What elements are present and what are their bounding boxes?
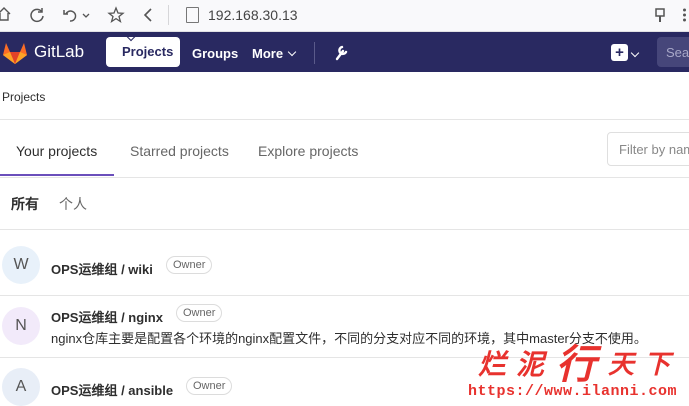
undo-icon[interactable] xyxy=(62,6,80,24)
watermark-char: 行 xyxy=(556,341,596,388)
navbar-divider xyxy=(314,42,315,64)
menu-icon[interactable] xyxy=(680,6,689,24)
wrench-icon[interactable] xyxy=(334,43,350,66)
filter-placeholder: Filter by nam xyxy=(619,142,689,157)
project-name[interactable]: OPS运维组 / ansible xyxy=(51,380,173,399)
watermark-char: 下 xyxy=(644,350,671,380)
watermark-char: 烂 xyxy=(478,348,507,381)
home-icon[interactable] xyxy=(0,6,13,24)
role-badge: Owner xyxy=(176,304,223,322)
back-icon[interactable] xyxy=(139,6,157,24)
active-tab-indicator xyxy=(0,174,114,176)
tab-explore-projects[interactable]: Explore projects xyxy=(258,143,358,159)
chevron-down-icon[interactable] xyxy=(80,6,92,24)
watermark-char: 天 xyxy=(608,350,635,380)
refresh-icon[interactable] xyxy=(28,6,46,24)
projects-menu-label: Projects xyxy=(122,44,174,59)
url-text[interactable]: 192.168.30.13 xyxy=(208,7,298,23)
watermark-url: https://www.ilanni.com xyxy=(468,383,678,400)
project-avatar[interactable]: A xyxy=(2,368,40,406)
address-bar-divider xyxy=(168,5,169,25)
breadcrumb[interactable]: Projects xyxy=(2,90,45,104)
tab-starred-projects[interactable]: Starred projects xyxy=(130,143,229,159)
groups-menu-button[interactable]: Groups xyxy=(192,46,238,61)
project-avatar[interactable]: N xyxy=(2,307,40,345)
plus-icon[interactable]: + xyxy=(611,44,628,61)
gitlab-logo-icon[interactable] xyxy=(2,41,28,70)
watermark-char: 泥 xyxy=(516,348,545,381)
subtab-personal[interactable]: 个人 xyxy=(59,194,87,214)
search-placeholder: Sea xyxy=(666,45,689,60)
project-name[interactable]: OPS运维组 / nginx xyxy=(51,307,163,326)
role-badge: Owner xyxy=(166,256,213,274)
browser-toolbar: 192.168.30.13 xyxy=(0,0,689,32)
watermark: 烂 泥 行 天 下 https://www.ilanni.com xyxy=(468,336,689,403)
project-avatar[interactable]: W xyxy=(2,246,40,284)
search-input[interactable]: Sea xyxy=(657,37,689,67)
divider xyxy=(0,177,689,178)
tab-your-projects[interactable]: Your projects xyxy=(16,143,97,159)
brand-name[interactable]: GitLab xyxy=(34,42,84,62)
more-menu-button[interactable]: More xyxy=(252,46,297,61)
project-name[interactable]: OPS运维组 / wiki xyxy=(51,259,153,278)
divider xyxy=(0,229,689,230)
divider xyxy=(0,119,689,120)
gitlab-navbar: GitLab Projects Groups More + Sea xyxy=(0,32,689,72)
page-icon xyxy=(186,7,199,23)
role-badge: Owner xyxy=(186,377,233,395)
extension-icon[interactable] xyxy=(651,6,669,24)
divider xyxy=(0,295,689,296)
projects-menu-button[interactable]: Projects xyxy=(106,32,180,67)
subtab-all[interactable]: 所有 xyxy=(11,194,39,214)
chevron-down-icon[interactable] xyxy=(630,46,640,64)
chevron-down-icon xyxy=(287,47,297,57)
filter-input[interactable]: Filter by nam xyxy=(607,132,689,166)
star-icon[interactable] xyxy=(107,6,125,24)
more-menu-label: More xyxy=(252,46,284,61)
